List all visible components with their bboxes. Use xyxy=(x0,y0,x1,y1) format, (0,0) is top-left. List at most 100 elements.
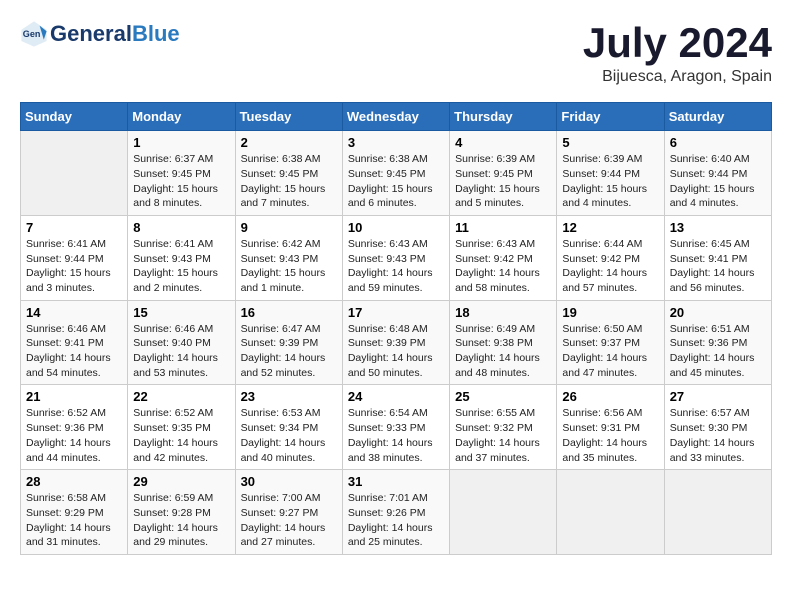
date-number: 4 xyxy=(455,135,551,150)
date-number: 2 xyxy=(241,135,337,150)
header: Gen GeneralBlue July 2024 Bijuesca, Arag… xyxy=(20,20,772,86)
sunset-text: Sunset: 9:41 PM xyxy=(26,337,104,349)
daylight-text: Daylight: 15 hours and 7 minutes. xyxy=(241,183,326,210)
day-cell: 7Sunrise: 6:41 AMSunset: 9:44 PMDaylight… xyxy=(21,215,128,300)
calendar-table: Sunday Monday Tuesday Wednesday Thursday… xyxy=(20,102,772,555)
sunrise-text: Sunrise: 6:39 AM xyxy=(455,153,535,165)
col-sunday: Sunday xyxy=(21,103,128,131)
day-cell: 25Sunrise: 6:55 AMSunset: 9:32 PMDayligh… xyxy=(450,385,557,470)
day-details: Sunrise: 6:45 AMSunset: 9:41 PMDaylight:… xyxy=(670,237,766,296)
date-number: 25 xyxy=(455,389,551,404)
sunset-text: Sunset: 9:44 PM xyxy=(670,168,748,180)
day-cell: 3Sunrise: 6:38 AMSunset: 9:45 PMDaylight… xyxy=(342,131,449,216)
date-number: 14 xyxy=(26,305,122,320)
sunset-text: Sunset: 9:32 PM xyxy=(455,422,533,434)
daylight-text: Daylight: 15 hours and 4 minutes. xyxy=(670,183,755,210)
date-number: 27 xyxy=(670,389,766,404)
daylight-text: Daylight: 14 hours and 33 minutes. xyxy=(670,437,755,464)
sunset-text: Sunset: 9:27 PM xyxy=(241,507,319,519)
sunset-text: Sunset: 9:26 PM xyxy=(348,507,426,519)
daylight-text: Daylight: 14 hours and 59 minutes. xyxy=(348,267,433,294)
daylight-text: Daylight: 14 hours and 27 minutes. xyxy=(241,522,326,549)
week-row-4: 21Sunrise: 6:52 AMSunset: 9:36 PMDayligh… xyxy=(21,385,772,470)
sunrise-text: Sunrise: 6:44 AM xyxy=(562,238,642,250)
sunrise-text: Sunrise: 6:58 AM xyxy=(26,492,106,504)
day-cell xyxy=(450,470,557,555)
daylight-text: Daylight: 14 hours and 50 minutes. xyxy=(348,352,433,379)
generalblue-logo-icon: Gen xyxy=(20,20,48,48)
sunrise-text: Sunrise: 6:46 AM xyxy=(133,323,213,335)
daylight-text: Daylight: 14 hours and 57 minutes. xyxy=(562,267,647,294)
day-cell: 18 Sunrise: 6:49 AMSunset: 9:38 PMDayligh… xyxy=(450,300,557,385)
day-details: Sunrise: 6:48 AMSunset: 9:39 PMDaylight:… xyxy=(348,322,444,381)
day-cell: 5Sunrise: 6:39 AMSunset: 9:44 PMDaylight… xyxy=(557,131,664,216)
day-cell xyxy=(21,131,128,216)
daylight-text: Daylight: 15 hours and 1 minute. xyxy=(241,267,326,294)
sunrise-text: Sunrise: 6:55 AM xyxy=(455,407,535,419)
sunrise-text: Sunrise: 6:38 AM xyxy=(241,153,321,165)
sunset-text: Sunset: 9:45 PM xyxy=(241,168,319,180)
day-details: Sunrise: 7:00 AM Sunset: 9:27 PM Daylight:… xyxy=(241,491,337,550)
day-details: Sunrise: 6:41 AMSunset: 9:43 PMDaylight:… xyxy=(133,237,229,296)
date-number: 13 xyxy=(670,220,766,235)
day-cell: 1Sunrise: 6:37 AMSunset: 9:45 PMDaylight… xyxy=(128,131,235,216)
sunrise-text: Sunrise: 6:56 AM xyxy=(562,407,642,419)
date-number: 20 xyxy=(670,305,766,320)
day-details: Sunrise: 6:43 AMSunset: 9:43 PMDaylight:… xyxy=(348,237,444,296)
date-number: 8 xyxy=(133,220,229,235)
day-details: Sunrise: 6:49 AMSunset: 9:38 PMDaylight:… xyxy=(455,322,551,381)
sunrise-text: Sunrise: 6:57 AM xyxy=(670,407,750,419)
day-details: Sunrise: 6:46 AMSunset: 9:40 PMDaylight:… xyxy=(133,322,229,381)
date-number: 5 xyxy=(562,135,658,150)
col-saturday: Saturday xyxy=(664,103,771,131)
date-number: 11 xyxy=(455,220,551,235)
day-cell: 13 Sunrise: 6:45 AMSunset: 9:41 PMDayligh… xyxy=(664,215,771,300)
col-friday: Friday xyxy=(557,103,664,131)
day-cell: 9Sunrise: 6:42 AMSunset: 9:43 PMDaylight… xyxy=(235,215,342,300)
day-cell: 10Sunrise: 6:43 AMSunset: 9:43 PMDayligh… xyxy=(342,215,449,300)
sunrise-text: Sunrise: 6:37 AM xyxy=(133,153,213,165)
day-details: Sunrise: 6:47 AMSunset: 9:39 PMDaylight:… xyxy=(241,322,337,381)
sunset-text: Sunset: 9:28 PM xyxy=(133,507,211,519)
daylight-text: Daylight: 15 hours and 8 minutes. xyxy=(133,183,218,210)
col-tuesday: Tuesday xyxy=(235,103,342,131)
day-details: Sunrise: 6:50 AMSunset: 9:37 PMDaylight:… xyxy=(562,322,658,381)
sunrise-text: Sunrise: 6:52 AM xyxy=(133,407,213,419)
daylight-text: Daylight: 14 hours and 54 minutes. xyxy=(26,352,111,379)
day-details: Sunrise: 6:51 AMSunset: 9:36 PMDaylight:… xyxy=(670,322,766,381)
sunset-text: Sunset: 9:35 PM xyxy=(133,422,211,434)
sunset-text: Sunset: 9:33 PM xyxy=(348,422,426,434)
logo-general-text: General xyxy=(50,21,132,47)
date-number: 18 xyxy=(455,305,551,320)
daylight-text: Daylight: 14 hours and 48 minutes. xyxy=(455,352,540,379)
day-details: Sunrise: 6:39 AMSunset: 9:45 PMDaylight:… xyxy=(455,152,551,211)
daylight-text: Daylight: 14 hours and 25 minutes. xyxy=(348,522,433,549)
sunrise-text: Sunrise: 7:00 AM xyxy=(241,492,321,504)
day-details: Sunrise: 6:44 AMSunset: 9:42 PMDaylight:… xyxy=(562,237,658,296)
date-number: 16 xyxy=(241,305,337,320)
daylight-text: Daylight: 14 hours and 31 minutes. xyxy=(26,522,111,549)
day-details: Sunrise: 6:57 AMSunset: 9:30 PMDaylight:… xyxy=(670,406,766,465)
daylight-text: Daylight: 14 hours and 58 minutes. xyxy=(455,267,540,294)
day-cell: 24Sunrise: 6:54 AMSunset: 9:33 PMDayligh… xyxy=(342,385,449,470)
day-cell: 20 Sunrise: 6:51 AMSunset: 9:36 PMDayligh… xyxy=(664,300,771,385)
logo: Gen GeneralBlue xyxy=(20,20,180,48)
sunset-text: Sunset: 9:36 PM xyxy=(26,422,104,434)
day-details: Sunrise: 7:01 AMSunset: 9:26 PMDaylight:… xyxy=(348,491,444,550)
day-details: Sunrise: 6:37 AMSunset: 9:45 PMDaylight:… xyxy=(133,152,229,211)
daylight-text: Daylight: 14 hours and 45 minutes. xyxy=(670,352,755,379)
sunrise-text: Sunrise: 6:52 AM xyxy=(26,407,106,419)
sunrise-text: Sunrise: 6:45 AM xyxy=(670,238,750,250)
sunset-text: Sunset: 9:39 PM xyxy=(348,337,426,349)
sunset-text: Sunset: 9:34 PM xyxy=(241,422,319,434)
date-number: 3 xyxy=(348,135,444,150)
day-details: Sunrise: 6:46 AMSunset: 9:41 PMDaylight:… xyxy=(26,322,122,381)
day-cell: 4 Sunrise: 6:39 AMSunset: 9:45 PMDaylight… xyxy=(450,131,557,216)
day-cell: 21Sunrise: 6:52 AMSunset: 9:36 PMDayligh… xyxy=(21,385,128,470)
date-number: 15 xyxy=(133,305,229,320)
day-cell: 14 Sunrise: 6:46 AMSunset: 9:41 PMDayligh… xyxy=(21,300,128,385)
date-number: 19 xyxy=(562,305,658,320)
day-details: Sunrise: 6:52 AMSunset: 9:36 PMDaylight:… xyxy=(26,406,122,465)
sunrise-text: Sunrise: 6:43 AM xyxy=(348,238,428,250)
date-number: 6 xyxy=(670,135,766,150)
